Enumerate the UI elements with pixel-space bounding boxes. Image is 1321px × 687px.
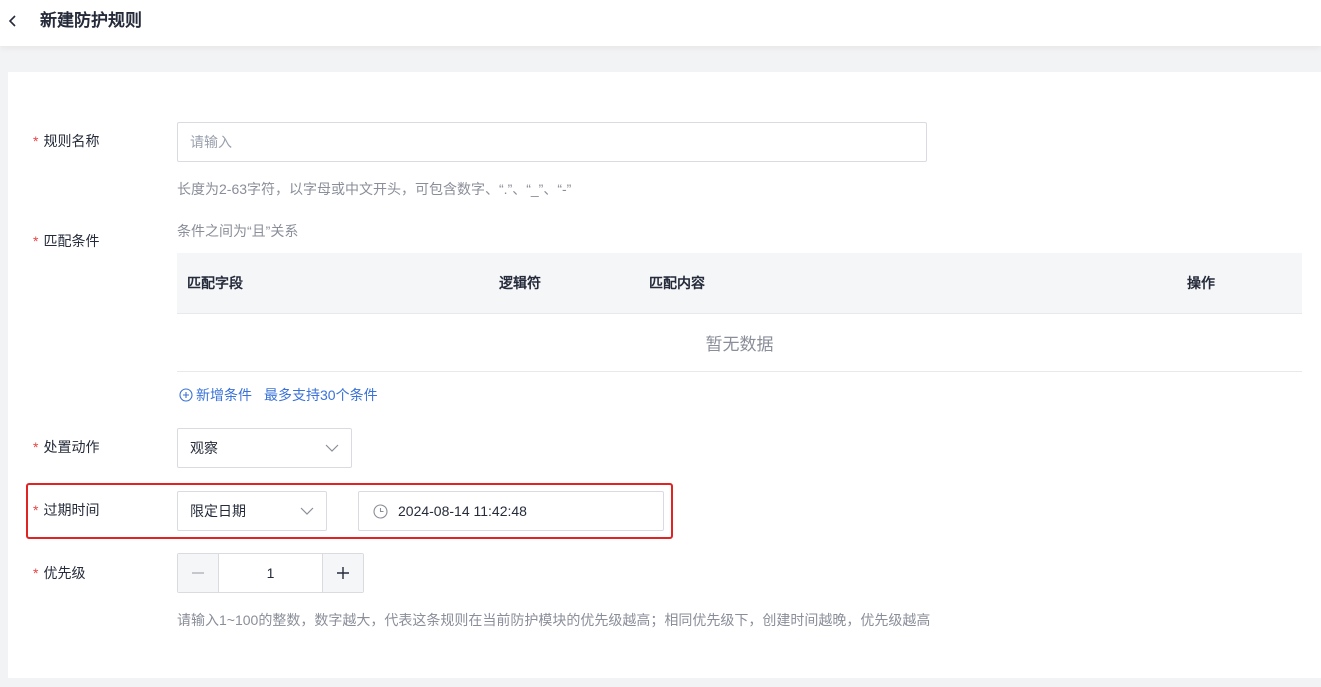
column-header-field: 匹配字段 [187,275,243,291]
action-select[interactable]: 观察 [177,428,352,468]
table-header: 匹配字段 逻辑符 匹配内容 操作 [177,253,1302,313]
chevron-down-icon [300,507,314,515]
action-select-value: 观察 [190,440,218,456]
expire-mode-select[interactable]: 限定日期 [177,491,327,531]
required-mark: * [33,502,39,518]
plus-icon [337,567,349,579]
rule-name-label-text: 规则名称 [43,133,100,149]
add-condition-button[interactable]: 新增条件 [179,385,252,405]
rule-name-input[interactable] [177,122,927,162]
required-mark: * [33,565,39,581]
page-header: 新建防护规则 [0,0,1321,46]
condition-limit-text: 最多支持30个条件 [264,387,378,403]
page-title: 新建防护规则 [40,11,142,30]
back-button[interactable] [0,8,26,34]
clock-icon [373,503,388,519]
priority-decrement-button[interactable] [178,554,219,592]
add-condition-label: 新增条件 [196,387,252,403]
plus-circle-icon [179,388,193,402]
required-mark: * [33,133,39,149]
table-empty-state: 暂无数据 [177,313,1302,372]
expire-label: * 过期时间 [33,500,99,520]
expire-datetime-picker[interactable]: 2024-08-14 11:42:48 [358,491,664,531]
expire-mode-value: 限定日期 [190,503,246,519]
form-card: *规则名称 长度为2-63字符，以字母或中文开头，可包含数字、“.”、“_”、“… [8,72,1321,678]
required-mark: * [33,233,39,249]
required-mark: * [33,439,39,455]
priority-stepper: 1 [177,553,364,593]
priority-increment-button[interactable] [322,554,363,592]
conditions-note: 条件之间为“且”关系 [177,223,299,239]
expire-label-text: 过期时间 [43,502,100,518]
column-header-operator: 逻辑符 [499,275,541,291]
column-header-content: 匹配内容 [649,275,705,291]
conditions-actions: 新增条件 最多支持30个条件 [179,385,378,405]
conditions-table: 匹配字段 逻辑符 匹配内容 操作 暂无数据 [177,253,1302,372]
rule-name-label: * 规则名称 [33,131,99,151]
rule-name-help: 长度为2-63字符，以字母或中文开头，可包含数字、“.”、“_”、“-” [177,181,572,197]
conditions-label-text: 匹配条件 [43,233,100,249]
chevron-left-icon [8,15,16,27]
chevron-down-icon [325,444,339,452]
priority-value-input[interactable]: 1 [219,554,322,592]
priority-help: 请输入1~100的整数，数字越大，代表这条规则在当前防护模块的优先级越高；相同优… [177,612,931,628]
action-label-text: 处置动作 [43,439,100,455]
column-header-actions: 操作 [1187,275,1215,291]
priority-label: * 优先级 [33,563,85,583]
minus-icon [192,572,204,574]
conditions-label: * 匹配条件 [33,231,99,251]
expire-datetime-value: 2024-08-14 11:42:48 [398,503,527,519]
action-label: * 处置动作 [33,437,99,457]
priority-label-text: 优先级 [43,565,86,581]
